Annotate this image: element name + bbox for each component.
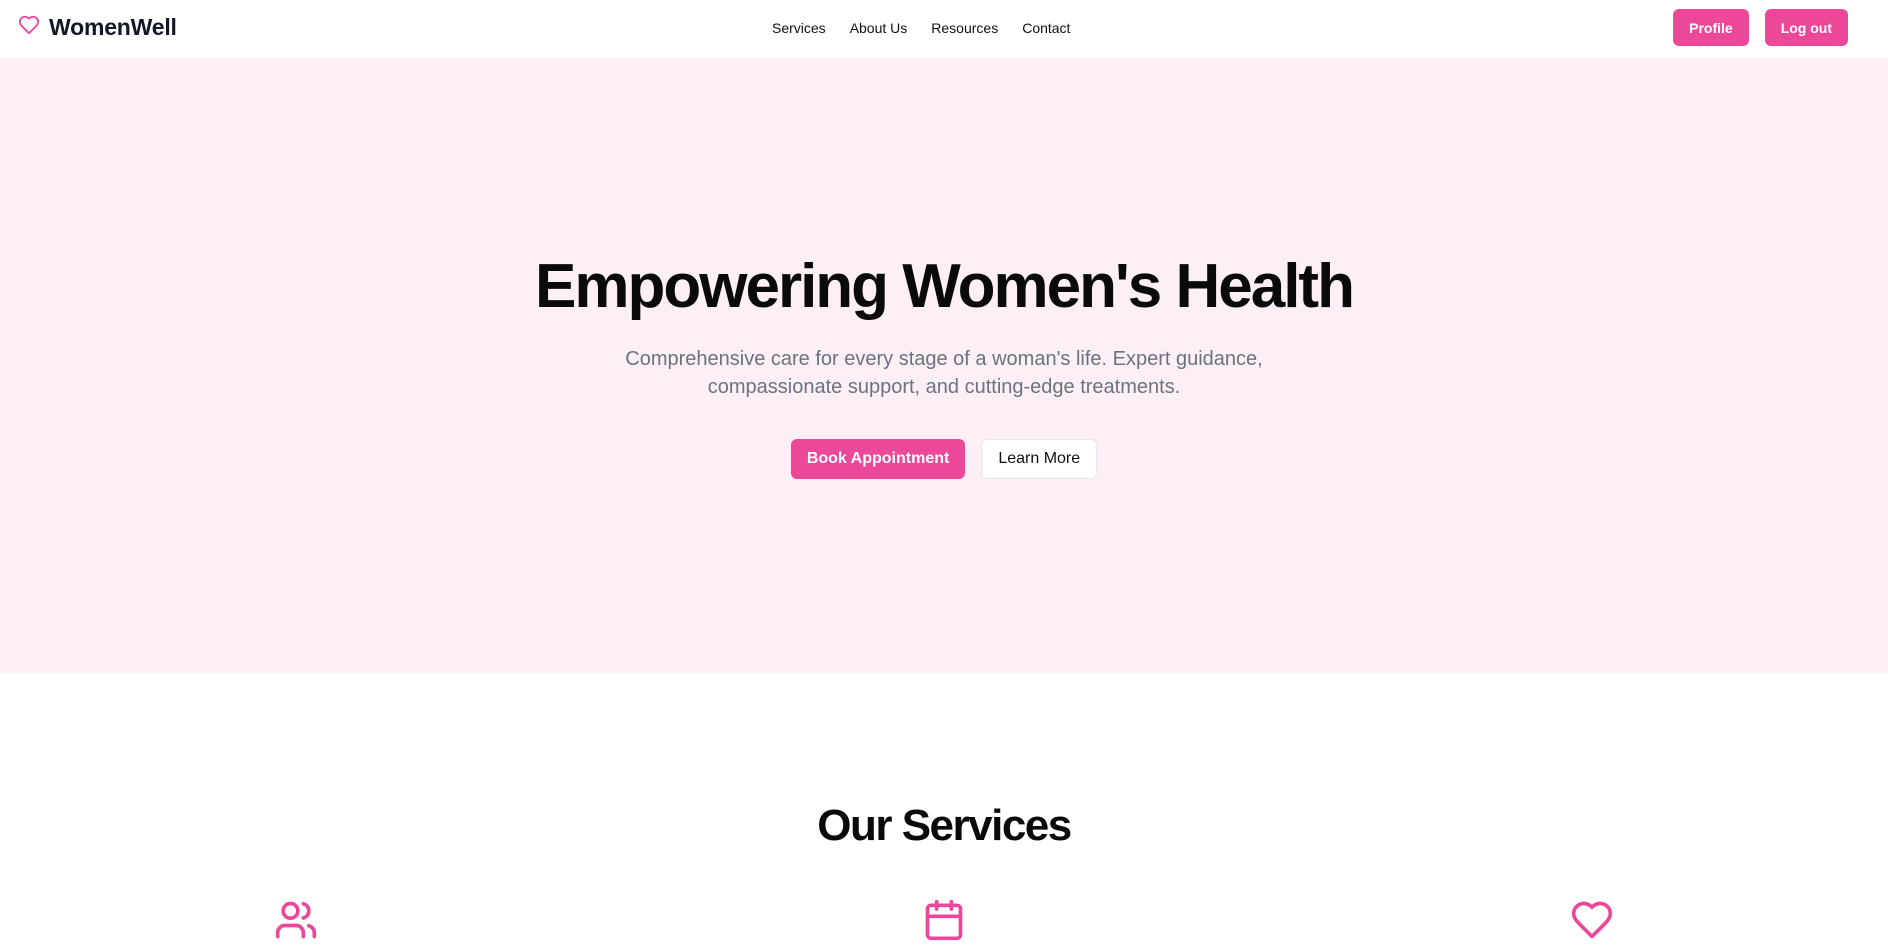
hero-subtitle: Comprehensive care for every stage of a … [625, 348, 1263, 398]
learn-more-button[interactable]: Learn More [981, 439, 1098, 479]
users-icon [274, 898, 318, 942]
nav-link-about-us[interactable]: About Us [850, 20, 908, 36]
brand-name: WomenWell [49, 14, 177, 40]
header-actions: Profile Log out [1673, 9, 1848, 46]
calendar-icon [922, 898, 966, 942]
heart-icon [18, 14, 40, 41]
book-appointment-button[interactable]: Book Appointment [790, 439, 966, 479]
services-section: Our Services [0, 673, 1888, 941]
hero-section: Empowering Women's Health Comprehensive … [0, 59, 1888, 673]
services-title: Our Services [817, 801, 1072, 850]
main-nav: Services About Us Resources Contact [772, 0, 1070, 55]
logout-button[interactable]: Log out [1764, 9, 1848, 46]
brand-logo[interactable]: WomenWell [18, 0, 177, 55]
hero-title: Empowering Women's Health [535, 252, 1355, 321]
heart-icon [1570, 898, 1614, 942]
hero-cta-group: Book Appointment Learn More [0, 439, 1888, 479]
profile-button[interactable]: Profile [1673, 9, 1749, 46]
nav-link-contact[interactable]: Contact [1022, 20, 1070, 36]
nav-link-resources[interactable]: Resources [931, 20, 998, 36]
nav-link-services[interactable]: Services [772, 20, 826, 36]
top-navbar: WomenWell Services About Us Resources Co… [0, 0, 1888, 59]
